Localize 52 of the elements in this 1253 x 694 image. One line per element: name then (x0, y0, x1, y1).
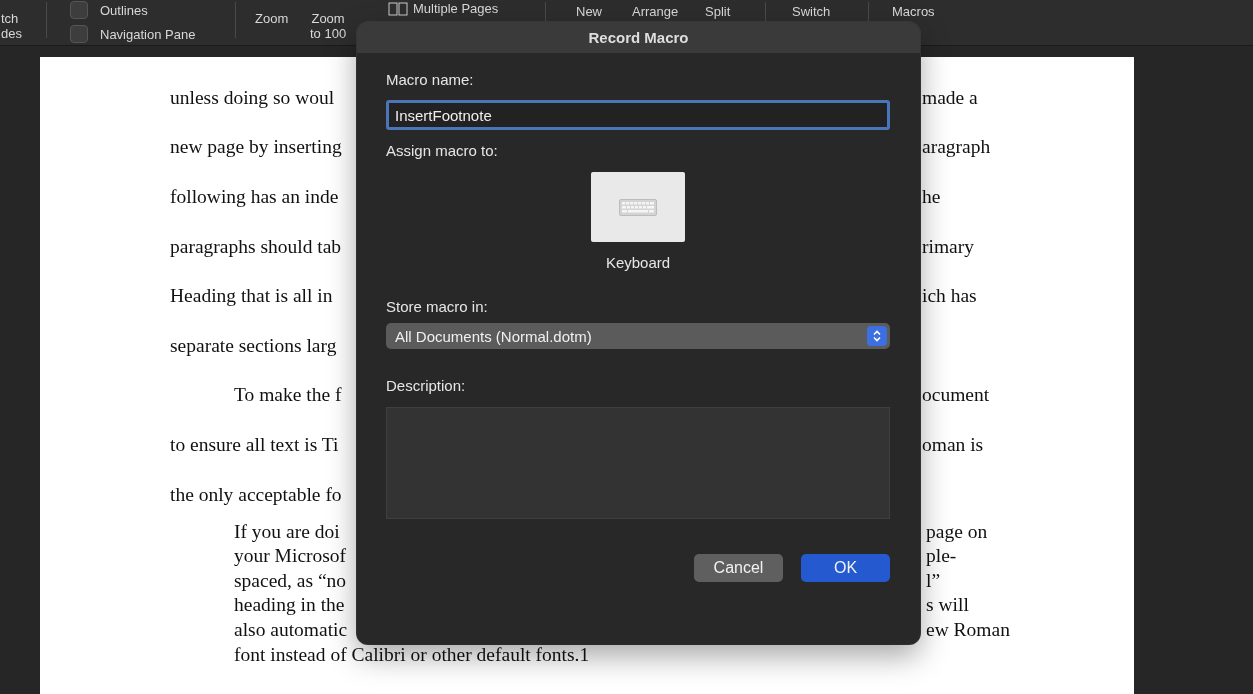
body-text: oman is (922, 433, 984, 456)
field-label: Description: (386, 376, 466, 396)
cancel-button[interactable]: Cancel (694, 554, 783, 582)
toolbar-button[interactable]: Split (705, 4, 731, 19)
body-text: l” (926, 569, 941, 592)
body-text: s will (926, 594, 969, 617)
toolbar-button[interactable]: Arrange (632, 4, 679, 19)
field-label: Macro name: (386, 70, 474, 90)
body-text: ew Roman (926, 619, 1010, 641)
checkbox-option[interactable]: Outlines (70, 1, 148, 19)
field-label: Assign macro to: (386, 141, 498, 161)
body-text: To make the f (234, 384, 342, 407)
macro-name-field[interactable]: InsertFootnote (386, 100, 890, 130)
toolbar-button[interactable]: Zoom (255, 11, 289, 26)
body-text: ple- (926, 545, 957, 568)
body-text: paragraphs should tab (170, 235, 342, 258)
body-text: he (922, 186, 941, 208)
checkbox-option[interactable]: Navigation Pane (70, 25, 196, 43)
body-text: new page by inserting (170, 136, 342, 159)
stepper-icon (872, 329, 882, 343)
keyboard-label: Keyboard (605, 254, 671, 271)
keyboard-button[interactable] (591, 172, 685, 242)
dialog-title: Record Macro (357, 22, 920, 53)
keyboard-icon (619, 198, 657, 216)
toolbar-button[interactable]: tch des (1, 11, 22, 41)
body-text: heading in the (234, 594, 345, 617)
body-text: spaced, as “no (234, 569, 347, 592)
body-text: your Microsof (234, 545, 347, 568)
body-text: made a (922, 86, 978, 109)
body-text: rimary (922, 235, 974, 258)
toolbar-button[interactable]: Switch (792, 4, 831, 19)
store-dropdown[interactable]: All Documents (Normal.dotm) (386, 323, 890, 349)
ok-button[interactable]: OK (801, 554, 890, 582)
pages-icon (388, 1, 408, 16)
body-text: the only acceptable fo (170, 483, 342, 506)
body-text: separate sections larg (170, 334, 337, 357)
body-text: unless doing so woul (170, 86, 335, 109)
body-text: following has an inde (170, 186, 339, 208)
body-text: aragraph (922, 136, 991, 159)
body-text: font instead of Calibri or other default fonts.1 (234, 643, 590, 666)
body-text: to ensure all text is Ti (170, 433, 339, 456)
body-text: also automatic (234, 619, 348, 641)
toolbar-button[interactable]: Multiple Pages (388, 1, 499, 16)
toolbar-button[interactable]: Zoom to 100 (310, 11, 347, 41)
body-text: page on (926, 520, 988, 543)
body-text: ocument (922, 384, 990, 407)
body-text: Heading that is all in (170, 285, 333, 308)
body-text: ich has (922, 285, 977, 308)
field-label: Store macro in: (386, 297, 488, 317)
toolbar-button[interactable]: Macros (892, 4, 935, 19)
body-text: If you are doi (234, 520, 340, 543)
toolbar-button[interactable]: New (576, 4, 602, 19)
